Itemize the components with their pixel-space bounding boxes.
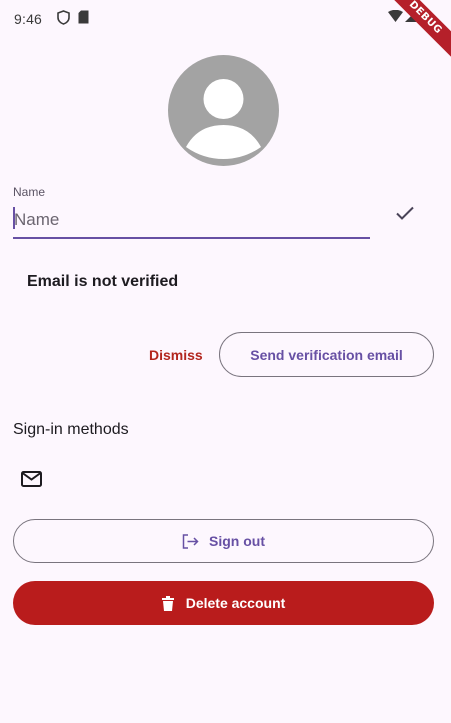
email-icon bbox=[21, 471, 42, 487]
person-icon bbox=[186, 79, 261, 159]
sign-out-button[interactable]: Sign out bbox=[13, 519, 434, 563]
logout-icon bbox=[182, 533, 199, 549]
status-time: 9:46 bbox=[14, 11, 43, 27]
wifi-icon bbox=[388, 10, 403, 22]
shield-icon bbox=[57, 10, 70, 25]
status-left-icons bbox=[57, 10, 89, 25]
text-caret bbox=[13, 207, 15, 229]
dismiss-button[interactable]: Dismiss bbox=[143, 340, 209, 370]
email-not-verified-text: Email is not verified bbox=[27, 273, 179, 290]
sd-card-icon bbox=[78, 10, 89, 24]
trash-icon bbox=[161, 595, 174, 611]
delete-account-button[interactable]: Delete account bbox=[13, 581, 434, 625]
name-field[interactable]: Name bbox=[13, 185, 370, 239]
delete-account-label: Delete account bbox=[185, 595, 286, 611]
sign-in-method-email bbox=[21, 471, 42, 492]
status-bar: 9:46 bbox=[0, 0, 451, 34]
confirm-name-button[interactable] bbox=[390, 198, 420, 228]
sign-out-label: Sign out bbox=[209, 533, 265, 549]
name-label: Name bbox=[13, 185, 46, 199]
check-icon bbox=[396, 206, 414, 220]
sign-in-methods-title: Sign-in methods bbox=[13, 421, 129, 438]
send-verification-email-button[interactable]: Send verification email bbox=[219, 332, 434, 377]
name-input[interactable] bbox=[13, 203, 370, 237]
name-underline bbox=[13, 237, 370, 239]
avatar bbox=[168, 55, 279, 166]
